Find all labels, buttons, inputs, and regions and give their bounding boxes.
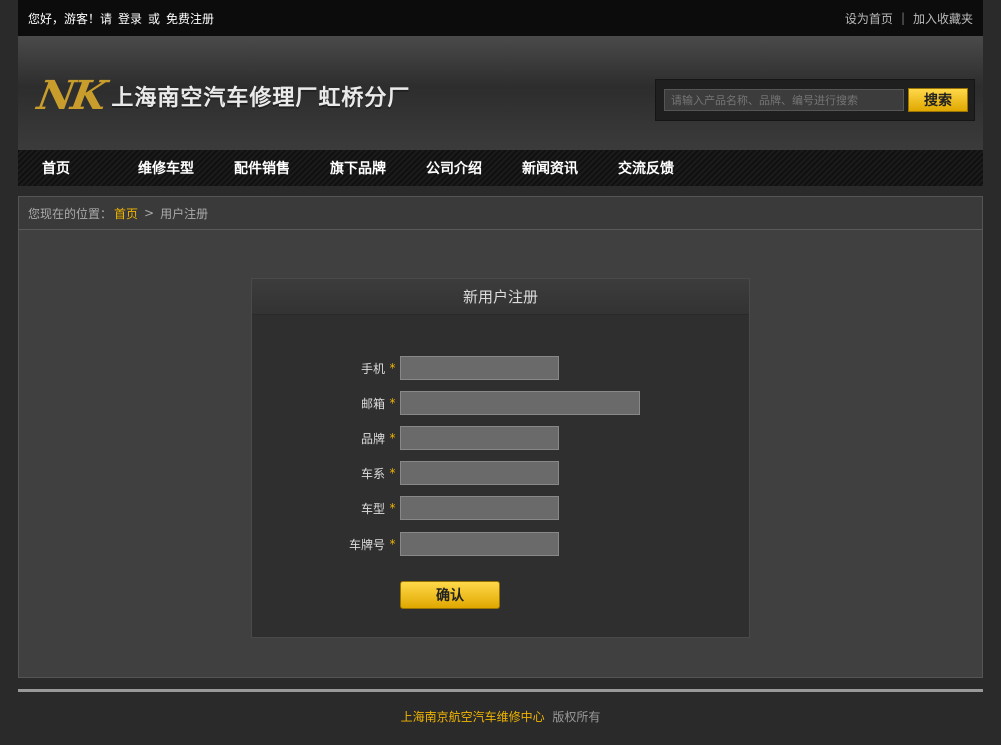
plate-label: 车牌号 (348, 537, 385, 552)
top-bar: 您好，游客！请 登录 或 免费注册 设为首页 | 加入收藏夹 (18, 0, 983, 36)
set-home-link[interactable]: 设为首页 (845, 10, 893, 27)
series-row: 车系 * (252, 461, 559, 485)
brand-label: 品牌 (360, 431, 385, 446)
nav-home[interactable]: 首页 (42, 158, 138, 178)
site-name: 上海南空汽车修理厂虹桥分厂 (111, 86, 411, 111)
nav-news[interactable]: 新闻资讯 (522, 158, 618, 178)
required-mark: * (389, 501, 396, 515)
add-favorite-link[interactable]: 加入收藏夹 (913, 10, 973, 27)
email-label: 邮箱 (360, 396, 385, 411)
or-text: 或 (148, 11, 161, 26)
footer-divider (18, 689, 983, 692)
breadcrumb-separator: > (144, 206, 155, 220)
required-mark: * (389, 466, 396, 480)
search-input[interactable] (664, 89, 904, 111)
nav-parts-sales[interactable]: 配件销售 (234, 158, 330, 178)
footer-rights: 版权所有 (552, 710, 601, 724)
register-form: 新用户注册 手机 * 邮箱 * 品牌 * 车系 * 车型 * 车牌号 * 确认 (251, 278, 750, 638)
phone-input[interactable] (400, 356, 559, 380)
breadcrumb-current: 用户注册 (160, 206, 209, 221)
main-panel: 您现在的位置： 首页 > 用户注册 新用户注册 手机 * 邮箱 * 品牌 * 车… (18, 196, 983, 678)
site-logo[interactable]: NK 上海南空汽车修理厂虹桥分厂 (34, 72, 411, 119)
required-mark: * (389, 396, 396, 410)
form-title: 新用户注册 (252, 279, 749, 315)
breadcrumb: 您现在的位置： 首页 > 用户注册 (19, 197, 982, 230)
greeting-text: 您好，游客！请 (28, 11, 113, 26)
required-mark: * (389, 537, 396, 551)
model-input[interactable] (400, 496, 559, 520)
brand-row: 品牌 * (252, 426, 559, 450)
plate-row: 车牌号 * (252, 532, 559, 556)
login-link[interactable]: 登录 (118, 10, 142, 27)
nav-brands[interactable]: 旗下品牌 (330, 158, 426, 178)
breadcrumb-prefix: 您现在的位置： (28, 206, 113, 221)
series-input[interactable] (400, 461, 559, 485)
email-input[interactable] (400, 391, 640, 415)
required-mark: * (389, 361, 396, 375)
main-nav: 首页 维修车型 配件销售 旗下品牌 公司介绍 新闻资讯 交流反馈 (18, 150, 983, 186)
email-row: 邮箱 * (252, 391, 640, 415)
plate-input[interactable] (400, 532, 559, 556)
required-mark: * (389, 431, 396, 445)
register-link[interactable]: 免费注册 (166, 10, 214, 27)
brand-input[interactable] (400, 426, 559, 450)
breadcrumb-home-link[interactable]: 首页 (114, 205, 138, 222)
phone-row: 手机 * (252, 356, 559, 380)
nav-about[interactable]: 公司介绍 (426, 158, 522, 178)
phone-label: 手机 (360, 361, 385, 376)
footer-company-link[interactable]: 上海南京航空汽车维修中心 (401, 710, 545, 724)
model-row: 车型 * (252, 496, 559, 520)
model-label: 车型 (360, 501, 385, 516)
nav-repair-models[interactable]: 维修车型 (138, 158, 234, 178)
nav-feedback[interactable]: 交流反馈 (618, 158, 714, 178)
search-button[interactable]: 搜索 (908, 88, 968, 112)
confirm-button[interactable]: 确认 (400, 581, 500, 609)
series-label: 车系 (360, 466, 385, 481)
divider: | (900, 11, 905, 25)
site-header: NK 上海南空汽车修理厂虹桥分厂 搜索 (18, 36, 983, 150)
footer: 上海南京航空汽车维修中心 版权所有 (18, 708, 983, 726)
greeting-area: 您好，游客！请 登录 或 免费注册 (28, 10, 214, 27)
search-box: 搜索 (655, 79, 975, 121)
logo-mark: NK (33, 72, 108, 119)
top-links: 设为首页 | 加入收藏夹 (845, 10, 973, 27)
